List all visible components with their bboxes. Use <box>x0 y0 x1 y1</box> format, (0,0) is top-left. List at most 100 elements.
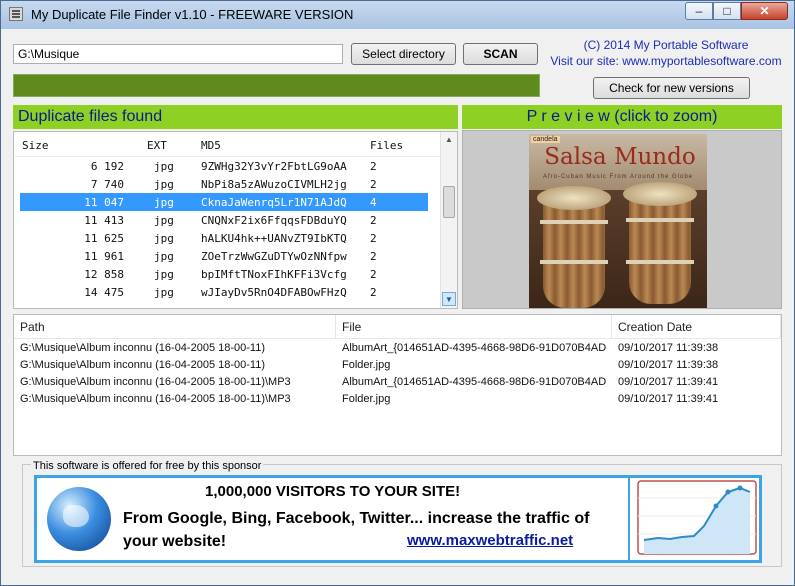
row-files: 2 <box>370 250 377 263</box>
website-link[interactable]: Visit our site: www.myportablesoftware.c… <box>546 53 786 69</box>
file-path: G:\Musique\Album inconnu (16-04-2005 18-… <box>20 376 291 388</box>
row-md5: CknaJaWenrq5Lr1N71AJdQ <box>201 196 347 209</box>
row-ext: jpg <box>154 286 174 299</box>
row-md5: bpIMftTNoxFIhKFFi3Vcfg <box>201 268 347 281</box>
drum-right <box>623 182 697 304</box>
column-md5[interactable]: MD5 <box>201 139 221 152</box>
file-date: 09/10/2017 11:39:41 <box>618 393 719 405</box>
row-files: 2 <box>370 232 377 245</box>
check-versions-button[interactable]: Check for new versions <box>593 77 750 99</box>
row-md5: wJIayDv5RnO4DFABOwFHzQ <box>201 286 347 299</box>
row-size: 7 740 <box>90 178 124 191</box>
scan-progress-bar <box>13 74 540 97</box>
row-files: 2 <box>370 160 377 173</box>
title-bar[interactable]: My Duplicate File Finder v1.10 - FREEWAR… <box>1 1 794 29</box>
row-md5: NbPi8a5zAWuzoCIVMLH2jg <box>201 178 347 191</box>
sponsor-group: This software is offered for free by thi… <box>22 460 782 567</box>
duplicate-row-selected[interactable]: 11 047 jpg CknaJaWenrq5Lr1N71AJdQ 4 <box>20 193 428 211</box>
album-subtitle: Afro-Cuban Music From Around the Globe <box>542 174 694 180</box>
duplicate-row[interactable]: 14 475 jpg wJIayDv5RnO4DFABOwFHzQ 2 <box>20 283 428 301</box>
drum-left <box>537 186 611 308</box>
maximize-button[interactable]: □ <box>713 2 741 20</box>
scroll-up-icon[interactable]: ▲ <box>442 133 456 147</box>
copyright-text: (C) 2014 My Portable Software <box>583 38 749 52</box>
duplicate-row[interactable]: 12 858 jpg bpIMftTNoxFIhKFFi3Vcfg 2 <box>20 265 428 283</box>
window-title: My Duplicate File Finder v1.10 - FREEWAR… <box>31 7 354 22</box>
row-size: 11 047 <box>84 196 124 209</box>
file-date: 09/10/2017 11:39:38 <box>618 342 719 354</box>
row-files: 2 <box>370 268 377 281</box>
row-files: 2 <box>370 178 377 191</box>
sponsor-caption: This software is offered for free by thi… <box>31 460 264 472</box>
duplicates-header: Duplicate files found <box>13 105 458 129</box>
directory-path-input[interactable] <box>13 44 343 64</box>
file-row[interactable]: G:\Musique\Album inconnu (16-04-2005 18-… <box>14 340 781 357</box>
duplicates-list[interactable]: Size EXT MD5 Files 6 192 jpg 9ZWHg32Y3vY… <box>13 131 458 309</box>
album-label: candela <box>531 136 560 143</box>
file-path: G:\Musique\Album inconnu (16-04-2005 18-… <box>20 393 291 405</box>
duplicates-scrollbar[interactable]: ▲ ▼ <box>440 132 457 308</box>
row-ext: jpg <box>154 196 174 209</box>
close-button[interactable]: ✕ <box>741 2 788 20</box>
row-size: 11 961 <box>84 250 124 263</box>
file-row[interactable]: G:\Musique\Album inconnu (16-04-2005 18-… <box>14 374 781 391</box>
row-files: 2 <box>370 214 377 227</box>
column-ext[interactable]: EXT <box>147 139 167 152</box>
preview-header[interactable]: P r e v i e w (click to zoom) <box>462 105 782 129</box>
row-files: 2 <box>370 286 377 299</box>
column-files[interactable]: Files <box>370 139 403 152</box>
duplicate-row[interactable]: 11 413 jpg CNQNxF2ix6FfqqsFDBduYQ 2 <box>20 211 428 229</box>
scroll-down-icon[interactable]: ▼ <box>442 292 456 306</box>
row-ext: jpg <box>154 268 174 281</box>
file-name: Folder.jpg <box>342 359 391 371</box>
file-row[interactable]: G:\Musique\Album inconnu (16-04-2005 18-… <box>14 391 781 408</box>
file-row[interactable]: G:\Musique\Album inconnu (16-04-2005 18-… <box>14 357 781 374</box>
file-date: 09/10/2017 11:39:41 <box>618 376 719 388</box>
row-size: 6 192 <box>90 160 124 173</box>
file-path: G:\Musique\Album inconnu (16-04-2005 18-… <box>20 359 265 371</box>
sponsor-banner[interactable]: 1,000,000 VISITORS TO YOUR SITE! From Go… <box>34 475 762 563</box>
scan-button[interactable]: SCAN <box>463 43 538 65</box>
app-icon <box>9 7 23 21</box>
duplicate-row[interactable]: 11 625 jpg hALKU4hk++UANvZT9IbKTQ 2 <box>20 229 428 247</box>
duplicate-row[interactable]: 6 192 jpg 9ZWHg32Y3vYr2FbtLG9oAA 2 <box>20 157 428 175</box>
row-ext: jpg <box>154 214 174 227</box>
column-file[interactable]: File <box>336 315 612 339</box>
file-name: AlbumArt_{014651AD-4395-4668-98D6-91D070… <box>342 376 607 388</box>
row-ext: jpg <box>154 250 174 263</box>
row-ext: jpg <box>154 160 174 173</box>
duplicate-row[interactable]: 11 961 jpg ZOeTrzWwGZuDTYwOzNNfpw 2 <box>20 247 428 265</box>
select-directory-button[interactable]: Select directory <box>351 43 456 65</box>
row-ext: jpg <box>154 232 174 245</box>
row-md5: hALKU4hk++UANvZT9IbKTQ <box>201 232 347 245</box>
banner-headline: 1,000,000 VISITORS TO YOUR SITE! <box>205 483 461 500</box>
banner-link[interactable]: www.maxwebtraffic.net <box>407 532 573 549</box>
row-files: 4 <box>370 196 377 209</box>
duplicate-row[interactable]: 7 740 jpg NbPi8a5zAWuzoCIVMLH2jg 2 <box>20 175 428 193</box>
minimize-button[interactable]: – <box>685 2 713 20</box>
globe-icon <box>47 487 111 551</box>
row-size: 11 413 <box>84 214 124 227</box>
row-size: 14 475 <box>84 286 124 299</box>
column-creation-date[interactable]: Creation Date <box>612 315 781 339</box>
row-size: 12 858 <box>84 268 124 281</box>
preview-panel[interactable]: candela Salsa Mundo Afro-Cuban Music Fro… <box>462 130 782 309</box>
album-title: Salsa Mundo <box>544 144 696 170</box>
row-md5: 9ZWHg32Y3vYr2FbtLG9oAA <box>201 160 347 173</box>
file-name: AlbumArt_{014651AD-4395-4668-98D6-91D070… <box>342 342 607 354</box>
file-name: Folder.jpg <box>342 393 391 405</box>
scroll-thumb[interactable] <box>443 186 455 218</box>
column-path[interactable]: Path <box>14 315 336 339</box>
row-ext: jpg <box>154 178 174 191</box>
file-path: G:\Musique\Album inconnu (16-04-2005 18-… <box>20 342 265 354</box>
album-art-image[interactable]: candela Salsa Mundo Afro-Cuban Music Fro… <box>529 134 707 308</box>
row-md5: CNQNxF2ix6FfqqsFDBduYQ <box>201 214 347 227</box>
app-window: My Duplicate File Finder v1.10 - FREEWAR… <box>0 0 795 586</box>
row-md5: ZOeTrzWwGZuDTYwOzNNfpw <box>201 250 347 263</box>
row-size: 11 625 <box>84 232 124 245</box>
file-date: 09/10/2017 11:39:38 <box>618 359 719 371</box>
duplicate-files-table[interactable]: Path File Creation Date G:\Musique\Album… <box>13 314 782 456</box>
copyright-info: (C) 2014 My Portable Software Visit our … <box>546 37 786 69</box>
traffic-chart-icon <box>628 478 759 560</box>
column-size[interactable]: Size <box>22 139 49 152</box>
